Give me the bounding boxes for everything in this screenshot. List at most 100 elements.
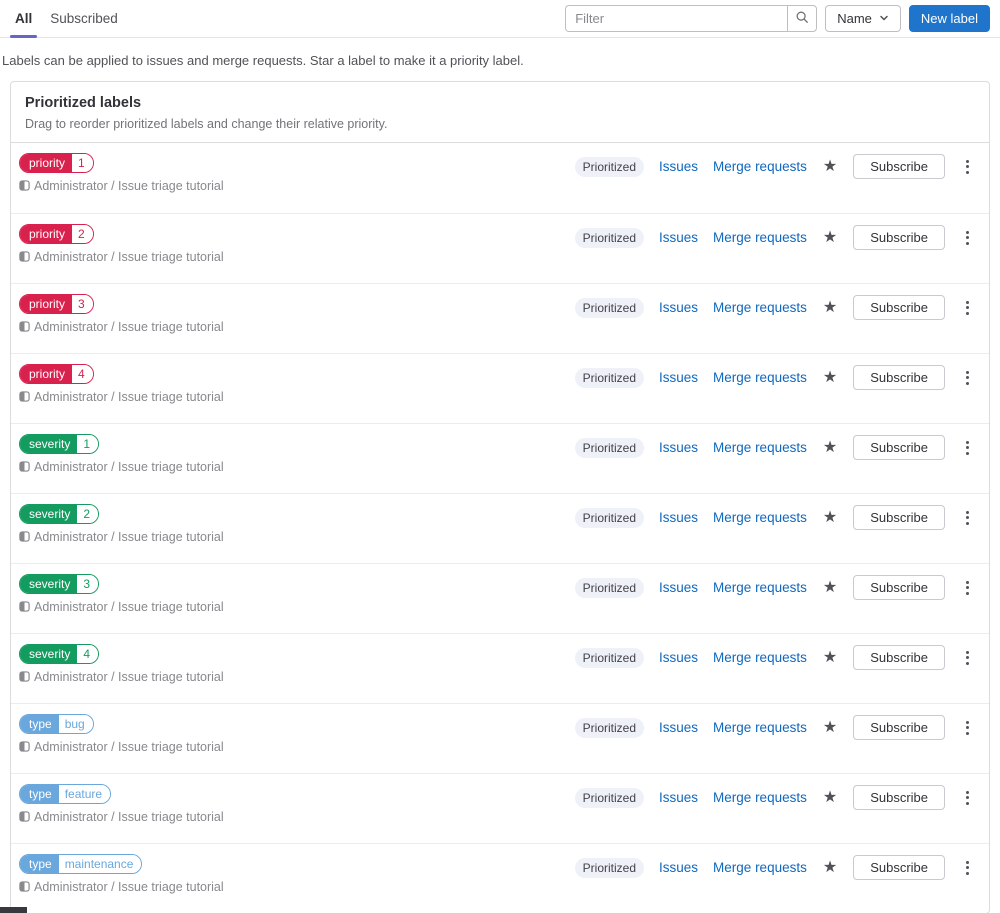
scoped-label[interactable]: priority 1	[19, 153, 94, 173]
project-reference: Administrator / Issue triage tutorial	[19, 670, 224, 686]
scoped-label[interactable]: severity 3	[19, 574, 100, 594]
scoped-label[interactable]: priority 3	[19, 294, 94, 314]
star-icon: ★	[822, 508, 838, 526]
star-button[interactable]: ★	[822, 789, 838, 806]
new-label-button[interactable]: New label	[908, 5, 990, 32]
star-button[interactable]: ★	[822, 649, 838, 666]
label-row: severity 2 Administrator / Issue triage …	[11, 493, 989, 563]
scoped-label[interactable]: severity 2	[19, 504, 100, 524]
star-button[interactable]: ★	[822, 579, 838, 596]
project-path: Administrator / Issue triage tutorial	[34, 880, 224, 894]
row-menu-button[interactable]	[960, 717, 975, 739]
scoped-label[interactable]: type maintenance	[19, 854, 143, 874]
tab-all[interactable]: All	[6, 0, 41, 38]
subscribe-button[interactable]: Subscribe	[853, 154, 945, 179]
issues-link[interactable]: Issues	[659, 790, 698, 805]
merge-requests-link[interactable]: Merge requests	[713, 440, 807, 455]
row-menu-button[interactable]	[960, 787, 975, 809]
star-button[interactable]: ★	[822, 439, 838, 456]
subscribe-button[interactable]: Subscribe	[853, 435, 945, 460]
prioritized-badge: Prioritized	[574, 787, 645, 808]
filter-input[interactable]	[565, 5, 788, 32]
merge-requests-link[interactable]: Merge requests	[713, 300, 807, 315]
scoped-label[interactable]: type feature	[19, 784, 112, 804]
issues-link[interactable]: Issues	[659, 860, 698, 875]
labels-list: priority 1 Administrator / Issue triage …	[11, 143, 989, 913]
subscribe-button[interactable]: Subscribe	[853, 575, 945, 600]
issues-link[interactable]: Issues	[659, 300, 698, 315]
label-row: type maintenance Administrator / Issue t…	[11, 843, 989, 913]
row-menu-button[interactable]	[960, 647, 975, 669]
merge-requests-link[interactable]: Merge requests	[713, 790, 807, 805]
star-button[interactable]: ★	[822, 508, 838, 526]
kebab-menu-icon	[966, 790, 969, 805]
merge-requests-link[interactable]: Merge requests	[713, 650, 807, 665]
subscribe-button[interactable]: Subscribe	[853, 855, 945, 880]
merge-requests-link[interactable]: Merge requests	[713, 580, 807, 595]
prioritized-badge: Prioritized	[574, 297, 645, 318]
project-path: Administrator / Issue triage tutorial	[34, 460, 224, 474]
row-menu-button[interactable]	[960, 507, 975, 529]
subscribe-button[interactable]: Subscribe	[853, 645, 945, 670]
issues-link[interactable]: Issues	[659, 510, 698, 525]
star-button[interactable]: ★	[822, 859, 838, 876]
subscribe-button[interactable]: Subscribe	[853, 785, 945, 810]
card-header: Prioritized labels Drag to reorder prior…	[11, 82, 989, 143]
scoped-label[interactable]: type bug	[19, 714, 94, 734]
row-actions: Prioritized Issues Merge requests ★ Subs…	[574, 645, 975, 670]
star-button[interactable]: ★	[822, 719, 838, 736]
merge-requests-link[interactable]: Merge requests	[713, 860, 807, 875]
project-icon	[19, 391, 30, 406]
label-value: 4	[72, 365, 93, 383]
subscribe-button[interactable]: Subscribe	[853, 715, 945, 740]
label-info: severity 1 Administrator / Issue triage …	[19, 434, 224, 476]
scoped-label[interactable]: priority 2	[19, 224, 94, 244]
issues-link[interactable]: Issues	[659, 440, 698, 455]
label-value: 2	[72, 225, 93, 243]
sort-dropdown[interactable]: Name	[825, 5, 901, 32]
row-menu-button[interactable]	[960, 367, 975, 389]
row-menu-button[interactable]	[960, 437, 975, 459]
merge-requests-link[interactable]: Merge requests	[713, 230, 807, 245]
row-menu-button[interactable]	[960, 227, 975, 249]
issues-link[interactable]: Issues	[659, 370, 698, 385]
tab-subscribed[interactable]: Subscribed	[41, 0, 127, 37]
label-row: severity 4 Administrator / Issue triage …	[11, 633, 989, 703]
issues-link[interactable]: Issues	[659, 720, 698, 735]
prioritized-badge: Prioritized	[574, 507, 645, 528]
row-menu-button[interactable]	[960, 297, 975, 319]
search-button[interactable]	[787, 5, 818, 32]
merge-requests-link[interactable]: Merge requests	[713, 720, 807, 735]
filter-group	[565, 5, 818, 32]
subscribe-button[interactable]: Subscribe	[853, 225, 945, 250]
row-menu-button[interactable]	[960, 156, 975, 178]
row-actions: Prioritized Issues Merge requests ★ Subs…	[574, 785, 975, 810]
row-actions: Prioritized Issues Merge requests ★ Subs…	[574, 365, 975, 390]
issues-link[interactable]: Issues	[659, 650, 698, 665]
row-menu-button[interactable]	[960, 577, 975, 599]
project-reference: Administrator / Issue triage tutorial	[19, 390, 224, 406]
scoped-label[interactable]: severity 1	[19, 434, 100, 454]
merge-requests-link[interactable]: Merge requests	[713, 159, 807, 174]
merge-requests-link[interactable]: Merge requests	[713, 510, 807, 525]
row-menu-button[interactable]	[960, 857, 975, 879]
merge-requests-link[interactable]: Merge requests	[713, 370, 807, 385]
issues-link[interactable]: Issues	[659, 159, 698, 174]
project-icon	[19, 671, 30, 686]
star-button[interactable]: ★	[822, 369, 838, 386]
label-info: type bug Administrator / Issue triage tu…	[19, 714, 224, 756]
row-actions: Prioritized Issues Merge requests ★ Subs…	[574, 225, 975, 250]
project-reference: Administrator / Issue triage tutorial	[19, 320, 224, 336]
subscribe-button[interactable]: Subscribe	[853, 365, 945, 390]
subscribe-button[interactable]: Subscribe	[853, 295, 945, 320]
star-button[interactable]: ★	[822, 229, 838, 246]
row-actions: Prioritized Issues Merge requests ★ Subs…	[574, 295, 975, 320]
star-button[interactable]: ★	[822, 299, 838, 316]
label-scope: severity	[20, 645, 78, 663]
scoped-label[interactable]: severity 4	[19, 644, 100, 664]
star-button[interactable]: ★	[822, 158, 838, 175]
scoped-label[interactable]: priority 4	[19, 364, 94, 384]
issues-link[interactable]: Issues	[659, 580, 698, 595]
subscribe-button[interactable]: Subscribe	[853, 505, 945, 530]
issues-link[interactable]: Issues	[659, 230, 698, 245]
